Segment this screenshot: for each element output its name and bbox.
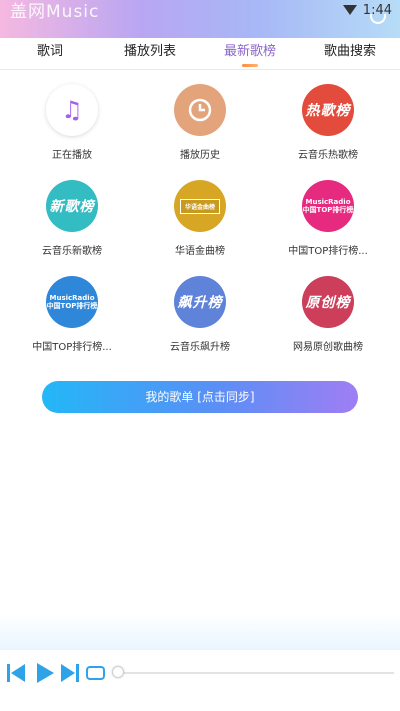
grid-item-label: 正在播放 <box>52 150 92 161</box>
chinese-gold-badge: 华语金曲榜 <box>179 198 220 214</box>
previous-track-button[interactable] <box>7 664 27 682</box>
play-icon <box>37 663 54 683</box>
sync-playlist-button[interactable]: 我的歌单 [点击同步] <box>42 381 358 413</box>
skip-previous-icon <box>7 664 10 682</box>
grid-item-label: 云音乐新歌榜 <box>42 246 102 257</box>
app-title: 盖网Music <box>10 2 100 22</box>
play-button[interactable] <box>37 663 57 683</box>
grid-item-rising[interactable]: 飙升榜 云音乐飙升榜 <box>135 276 265 353</box>
china-top-badge: MusicRadio 中国TOP排行榜 <box>46 294 98 310</box>
repeat-icon <box>86 666 105 680</box>
original-chart-icon: 原创榜 <box>302 276 354 328</box>
music-app: 盖网Music 1:44 歌词 播放列表 最新歌榜 歌曲搜索 ♫ 正在播放 播放… <box>0 0 400 711</box>
chinese-gold-chart-icon: 华语金曲榜 <box>174 180 226 232</box>
tab-bar: 歌词 播放列表 最新歌榜 歌曲搜索 <box>0 38 400 70</box>
new-chart-icon: 新歌榜 <box>46 180 98 232</box>
footer-glow <box>0 615 400 650</box>
grid-item-label: 华语金曲榜 <box>175 246 225 257</box>
rising-chart-badge: 飙升榜 <box>177 295 223 311</box>
grid-item-label: 播放历史 <box>180 150 220 161</box>
grid-item-original[interactable]: 原创榜 网易原创歌曲榜 <box>263 276 393 353</box>
hot-chart-icon: 热歌榜 <box>302 84 354 136</box>
original-chart-badge: 原创榜 <box>305 295 351 311</box>
new-chart-badge: 新歌榜 <box>49 199 95 215</box>
music-note-glyph: ♫ <box>61 96 83 124</box>
player-bar <box>0 650 400 711</box>
hot-chart-badge: 热歌榜 <box>305 103 351 119</box>
rising-chart-icon: 飙升榜 <box>174 276 226 328</box>
clock-glyph <box>188 98 212 122</box>
grid-item-label: 中国TOP排行榜... <box>288 246 368 257</box>
grid-item-history[interactable]: 播放历史 <box>135 84 265 161</box>
china-top-chart-icon: MusicRadio 中国TOP排行榜 <box>302 180 354 232</box>
music-note-icon: ♫ <box>46 84 98 136</box>
grid-item-chinese-gold[interactable]: 华语金曲榜 华语金曲榜 <box>135 180 265 257</box>
wifi-icon <box>342 5 357 15</box>
history-clock-icon <box>174 84 226 136</box>
status-bar: 盖网Music 1:44 <box>0 0 400 38</box>
next-track-button[interactable] <box>61 664 81 682</box>
progress-thumb[interactable] <box>112 666 124 678</box>
grid-item-now-playing[interactable]: ♫ 正在播放 <box>7 84 137 161</box>
grid-item-label: 中国TOP排行榜... <box>32 342 112 353</box>
grid-item-china-top-2[interactable]: MusicRadio 中国TOP排行榜 中国TOP排行榜... <box>7 276 137 353</box>
grid-item-label: 云音乐热歌榜 <box>298 150 358 161</box>
tab-song-search[interactable]: 歌曲搜索 <box>300 38 400 69</box>
skip-next-icon <box>61 664 75 682</box>
settings-icon[interactable] <box>370 14 386 24</box>
grid-item-new-chart[interactable]: 新歌榜 云音乐新歌榜 <box>7 180 137 257</box>
repeat-mode-button[interactable] <box>86 664 106 682</box>
progress-slider[interactable] <box>112 672 394 674</box>
grid-item-china-top-1[interactable]: MusicRadio 中国TOP排行榜 中国TOP排行榜... <box>263 180 393 257</box>
china-top-chart-icon: MusicRadio 中国TOP排行榜 <box>46 276 98 328</box>
grid-item-hot-chart[interactable]: 热歌榜 云音乐热歌榜 <box>263 84 393 161</box>
grid-item-label: 云音乐飙升榜 <box>170 342 230 353</box>
tab-latest-charts[interactable]: 最新歌榜 <box>200 38 300 69</box>
tab-playlist[interactable]: 播放列表 <box>100 38 200 69</box>
grid-item-label: 网易原创歌曲榜 <box>293 342 363 353</box>
tab-lyrics[interactable]: 歌词 <box>0 38 100 69</box>
china-top-badge: MusicRadio 中国TOP排行榜 <box>302 198 354 214</box>
